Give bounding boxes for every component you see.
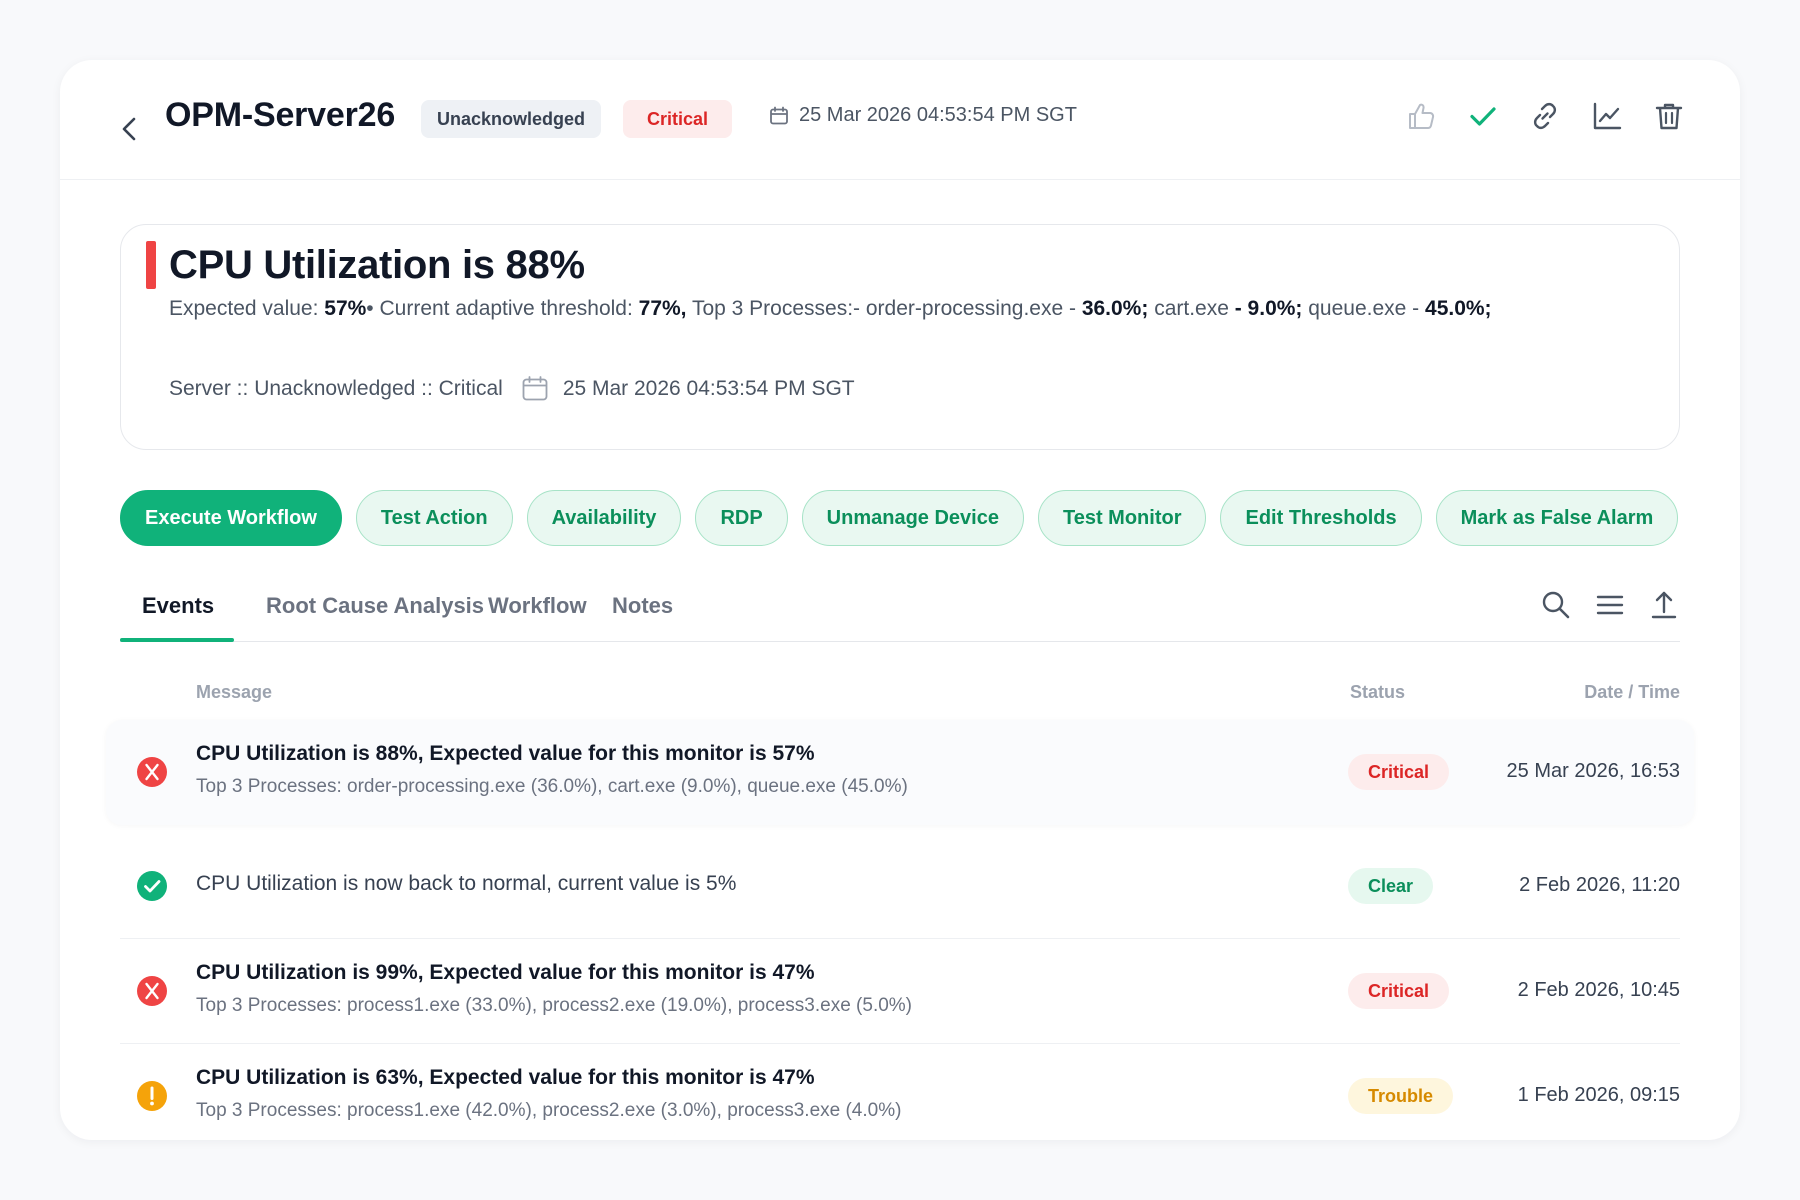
event-message: CPU Utilization is 88%, Expected value f… xyxy=(196,742,908,798)
expected-label: Expected value: xyxy=(169,297,325,320)
acknowledge-button[interactable] xyxy=(1405,100,1437,132)
menu-icon xyxy=(1596,595,1624,615)
ack-status-badge: Unacknowledged xyxy=(421,100,602,138)
performance-chart-button[interactable] xyxy=(1591,100,1623,132)
event-title: CPU Utilization is 88%, Expected value f… xyxy=(196,742,815,765)
threshold-value: 77%, xyxy=(638,297,687,320)
table-row[interactable]: CPU Utilization is 99%, Expected value f… xyxy=(120,939,1680,1044)
event-datetime: 2 Feb 2026, 11:20 xyxy=(1519,874,1680,896)
search-button[interactable] xyxy=(1540,589,1572,621)
alert-meta-datetime: 25 Mar 2026 04:53:54 PM SGT xyxy=(562,377,855,400)
x-circle-icon xyxy=(137,757,167,787)
copy-link-button[interactable] xyxy=(1529,100,1561,132)
execute-workflow-button[interactable]: Execute Workflow xyxy=(120,490,342,546)
check-icon xyxy=(1470,107,1496,126)
event-detail: Top 3 Processes: order-processing.exe (3… xyxy=(196,776,908,797)
mark-false-alarm-button[interactable]: Mark as False Alarm xyxy=(1435,490,1679,546)
thumbs-up-icon xyxy=(1409,103,1435,129)
tab-root-cause-analysis[interactable]: Root Cause Analysis xyxy=(266,593,484,619)
table-tools xyxy=(1540,589,1680,621)
header-datetime-text: 25 Mar 2026 04:53:54 PM SGT xyxy=(799,104,1077,126)
check-circle-icon xyxy=(137,871,167,901)
alert-meta: Server :: Unacknowledged :: Critical 25 … xyxy=(169,375,855,403)
critical-status-icon xyxy=(136,975,168,1007)
process3-value: 45.0%; xyxy=(1425,297,1492,320)
table-row[interactable]: CPU Utilization is 63%, Expected value f… xyxy=(120,1044,1680,1140)
edit-thresholds-button[interactable]: Edit Thresholds xyxy=(1220,490,1422,546)
threshold-label: • Current adaptive threshold: xyxy=(366,297,639,320)
tab-workflow[interactable]: Workflow xyxy=(488,593,587,619)
event-detail: Top 3 Processes: process1.exe (42.0%), p… xyxy=(196,1100,902,1121)
calendar-icon xyxy=(522,376,548,401)
availability-button[interactable]: Availability xyxy=(526,490,682,546)
status-badge: Critical xyxy=(1348,973,1450,1009)
link-icon xyxy=(1533,102,1557,130)
upload-icon xyxy=(1651,591,1677,619)
event-message: CPU Utilization is 99%, Expected value f… xyxy=(196,961,912,1017)
alert-title: CPU Utilization is 88% xyxy=(169,243,585,287)
event-title: CPU Utilization is now back to normal, c… xyxy=(196,872,737,895)
calendar-icon xyxy=(770,106,788,124)
alarm-header: OPM-Server26 Unacknowledged Critical 25 … xyxy=(60,60,1740,180)
x-circle-icon xyxy=(137,976,167,1006)
alarm-details-card: OPM-Server26 Unacknowledged Critical 25 … xyxy=(60,60,1740,1140)
status-badge: Clear xyxy=(1348,868,1434,904)
back-button[interactable] xyxy=(116,116,142,142)
status-badge: Trouble xyxy=(1348,1078,1454,1114)
critical-status-icon xyxy=(136,756,168,788)
header-actions xyxy=(1405,100,1685,132)
table-row[interactable]: CPU Utilization is 88%, Expected value f… xyxy=(106,720,1694,825)
alert-details: Expected value: 57%• Current adaptive th… xyxy=(169,297,1492,321)
test-monitor-button[interactable]: Test Monitor xyxy=(1037,490,1207,546)
search-icon xyxy=(1542,591,1570,619)
process1-value: 36.0%; xyxy=(1081,297,1149,320)
detail-tabs: Events Root Cause Analysis Workflow Note… xyxy=(120,585,1680,642)
column-header-message: Message xyxy=(196,682,273,702)
active-tab-indicator xyxy=(120,638,234,642)
trouble-status-icon xyxy=(136,1080,168,1112)
table-row[interactable]: CPU Utilization is now back to normal, c… xyxy=(120,834,1680,939)
alert-meta-text: Server :: Unacknowledged :: Critical xyxy=(169,377,503,400)
event-message: CPU Utilization is now back to normal, c… xyxy=(196,872,736,896)
clear-alarm-button[interactable] xyxy=(1467,100,1499,132)
severity-badge: Critical xyxy=(623,100,733,138)
alert-summary: CPU Utilization is 88% Expected value: 5… xyxy=(120,224,1680,450)
export-button[interactable] xyxy=(1648,589,1680,621)
top-processes-label: Top 3 Processes:- order-processing.exe - xyxy=(686,297,1082,320)
chevron-left-icon xyxy=(122,117,136,141)
action-buttons: Execute Workflow Test Action Availabilit… xyxy=(120,490,1679,546)
exclamation-circle-icon xyxy=(137,1081,167,1111)
event-detail: Top 3 Processes: process1.exe (33.0%), p… xyxy=(196,995,913,1016)
event-message: CPU Utilization is 63%, Expected value f… xyxy=(196,1066,901,1122)
rdp-button[interactable]: RDP xyxy=(695,490,788,546)
clear-status-icon xyxy=(136,870,168,902)
trash-icon xyxy=(1655,103,1683,130)
event-datetime: 25 Mar 2026, 16:53 xyxy=(1506,760,1680,782)
process2-label: cart.exe xyxy=(1148,297,1235,320)
event-title: CPU Utilization is 99%, Expected value f… xyxy=(196,961,815,984)
column-header-status: Status xyxy=(1350,682,1406,702)
event-datetime: 2 Feb 2026, 10:45 xyxy=(1517,979,1680,1001)
delete-button[interactable] xyxy=(1653,100,1685,132)
event-title: CPU Utilization is 63%, Expected value f… xyxy=(196,1066,815,1089)
chart-line-icon xyxy=(1593,102,1622,130)
process2-value: - 9.0%; xyxy=(1234,297,1303,320)
header-datetime: 25 Mar 2026 04:53:54 PM SGT xyxy=(769,104,1077,127)
unmanage-device-button[interactable]: Unmanage Device xyxy=(801,490,1024,546)
status-badge: Critical xyxy=(1348,754,1450,790)
column-header-datetime: Date / Time xyxy=(1584,682,1680,702)
columns-menu-button[interactable] xyxy=(1594,589,1626,621)
test-action-button[interactable]: Test Action xyxy=(355,490,513,546)
tab-notes[interactable]: Notes xyxy=(612,593,673,619)
severity-indicator-bar xyxy=(146,241,156,289)
process3-label: queue.exe - xyxy=(1302,297,1426,320)
event-datetime: 1 Feb 2026, 09:15 xyxy=(1517,1084,1680,1106)
server-name: OPM-Server26 xyxy=(165,96,396,134)
tab-events[interactable]: Events xyxy=(142,593,214,619)
expected-value: 57% xyxy=(324,297,367,320)
